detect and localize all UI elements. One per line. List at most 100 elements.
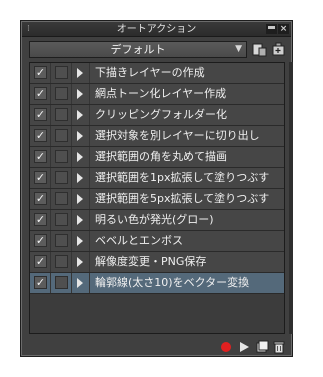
row-divider: [50, 147, 51, 167]
new-set-icon: [272, 42, 285, 56]
action-list: ✓ 下描きレイヤーの作成 ✓ 網点トーン化レイヤー作成 ✓ クリッピングフォルダ…: [29, 62, 285, 334]
action-enable-checkbox[interactable]: ✓: [34, 192, 47, 205]
row-divider: [71, 252, 72, 272]
action-enable-checkbox[interactable]: ✓: [34, 87, 47, 100]
dialog-toggle-checkbox[interactable]: [55, 213, 68, 226]
expand-triangle-icon[interactable]: [77, 257, 83, 267]
expand-triangle-icon[interactable]: [77, 131, 83, 141]
row-divider: [71, 105, 72, 125]
expand-triangle-icon[interactable]: [77, 110, 83, 120]
row-divider: [50, 189, 51, 209]
row-divider: [71, 63, 72, 83]
row-divider: [50, 63, 51, 83]
delete-button[interactable]: [272, 339, 286, 354]
action-label: ベベルとエンボス: [95, 234, 183, 247]
row-divider: [71, 84, 72, 104]
dialog-toggle-checkbox[interactable]: [55, 150, 68, 163]
dialog-toggle-checkbox[interactable]: [55, 87, 68, 100]
action-row[interactable]: ✓ 下描きレイヤーの作成: [30, 63, 284, 84]
new-action-button[interactable]: [255, 339, 269, 353]
action-label: 網点トーン化レイヤー作成: [95, 87, 227, 100]
minimize-button[interactable]: [266, 24, 277, 34]
dialog-toggle-checkbox[interactable]: [55, 234, 68, 247]
row-divider: [89, 105, 90, 125]
close-button[interactable]: ×: [278, 24, 289, 34]
action-row[interactable]: ✓ 輪郭線(太さ10)をベクター変換: [30, 273, 284, 294]
expand-triangle-icon[interactable]: [77, 152, 83, 162]
action-row[interactable]: ✓ 解像度変更・PNG保存: [30, 252, 284, 273]
bottom-toolbar: [29, 337, 285, 355]
row-divider: [50, 273, 51, 293]
dialog-toggle-checkbox[interactable]: [55, 129, 68, 142]
row-divider: [50, 168, 51, 188]
expand-triangle-icon[interactable]: [77, 68, 83, 78]
row-divider: [50, 231, 51, 251]
action-row[interactable]: ✓ 明るい色が発光(グロー): [30, 210, 284, 231]
row-divider: [89, 147, 90, 167]
action-enable-checkbox[interactable]: ✓: [34, 255, 47, 268]
play-icon: [240, 342, 249, 352]
action-set-select[interactable]: デフォルト ▼: [29, 41, 247, 58]
panel-title: オートアクション: [116, 24, 197, 35]
action-row[interactable]: ✓ 選択範囲を1px拡張して塗りつぶす: [30, 168, 284, 189]
action-enable-checkbox[interactable]: ✓: [34, 129, 47, 142]
play-button[interactable]: [237, 339, 251, 353]
row-divider: [50, 84, 51, 104]
dialog-toggle-checkbox[interactable]: [55, 192, 68, 205]
dialog-toggle-checkbox[interactable]: [55, 171, 68, 184]
row-divider: [50, 252, 51, 272]
action-label: クリッピングフォルダー化: [95, 108, 227, 121]
action-row[interactable]: ✓ 選択対象を別レイヤーに切り出し: [30, 126, 284, 147]
expand-triangle-icon[interactable]: [77, 215, 83, 225]
expand-triangle-icon[interactable]: [77, 278, 83, 288]
dialog-toggle-checkbox[interactable]: [55, 66, 68, 79]
dialog-toggle-checkbox[interactable]: [55, 255, 68, 268]
action-enable-checkbox[interactable]: ✓: [34, 276, 47, 289]
auto-action-panel: ⁞ オートアクション × デフォルト ▼ ✓ 下描きレイヤーの作成 ✓ 網点トー…: [20, 20, 293, 357]
row-divider: [50, 126, 51, 146]
action-set-label: デフォルト: [110, 43, 166, 56]
row-divider: [71, 210, 72, 230]
row-divider: [71, 168, 72, 188]
action-label: 明るい色が発光(グロー): [95, 213, 214, 226]
action-row[interactable]: ✓ 選択範囲の角を丸めて描画: [30, 147, 284, 168]
action-label: 選択範囲の角を丸めて描画: [95, 150, 227, 163]
scrollbar[interactable]: [289, 62, 293, 334]
action-enable-checkbox[interactable]: ✓: [34, 213, 47, 226]
new-set-button[interactable]: [270, 41, 287, 58]
row-divider: [71, 126, 72, 146]
action-label: 選択範囲を1px拡張して塗りつぶす: [95, 171, 270, 184]
expand-triangle-icon[interactable]: [77, 236, 83, 246]
action-enable-checkbox[interactable]: ✓: [34, 108, 47, 121]
dialog-toggle-checkbox[interactable]: [55, 276, 68, 289]
row-divider: [71, 147, 72, 167]
row-divider: [89, 126, 90, 146]
action-enable-checkbox[interactable]: ✓: [34, 66, 47, 79]
row-divider: [89, 210, 90, 230]
action-enable-checkbox[interactable]: ✓: [34, 234, 47, 247]
row-divider: [50, 105, 51, 125]
expand-triangle-icon[interactable]: [77, 194, 83, 204]
set-menu-icon: [252, 43, 267, 57]
new-action-icon: [256, 340, 269, 353]
action-enable-checkbox[interactable]: ✓: [34, 171, 47, 184]
title-bar[interactable]: ⁞ オートアクション ×: [22, 22, 291, 37]
expand-triangle-icon[interactable]: [77, 89, 83, 99]
dialog-toggle-checkbox[interactable]: [55, 108, 68, 121]
row-divider: [89, 168, 90, 188]
action-row[interactable]: ✓ ベベルとエンボス: [30, 231, 284, 252]
action-enable-checkbox[interactable]: ✓: [34, 150, 47, 163]
record-icon: [221, 342, 231, 352]
action-label: 選択対象を別レイヤーに切り出し: [95, 129, 260, 142]
row-divider: [89, 189, 90, 209]
action-row[interactable]: ✓ クリッピングフォルダー化: [30, 105, 284, 126]
row-divider: [71, 231, 72, 251]
action-label: 解像度変更・PNG保存: [95, 255, 207, 268]
action-row[interactable]: ✓ 選択範囲を5px拡張して塗りつぶす: [30, 189, 284, 210]
row-divider: [89, 231, 90, 251]
action-row[interactable]: ✓ 網点トーン化レイヤー作成: [30, 84, 284, 105]
expand-triangle-icon[interactable]: [77, 173, 83, 183]
record-button[interactable]: [219, 339, 233, 353]
set-menu-button[interactable]: [251, 41, 268, 58]
action-label: 輪郭線(太さ10)をベクター変換: [95, 276, 250, 289]
